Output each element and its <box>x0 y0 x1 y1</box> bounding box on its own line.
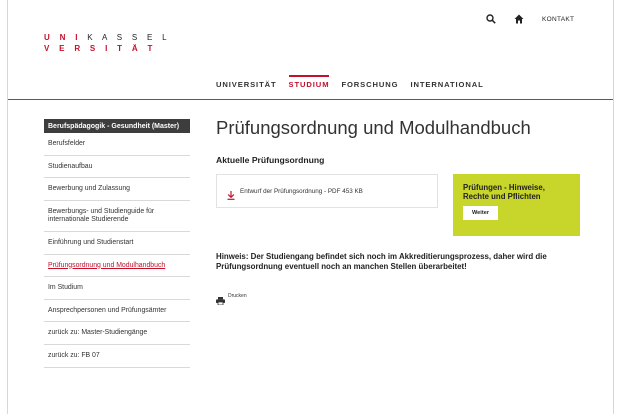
nav-item-studium[interactable]: STUDIUM <box>288 75 330 89</box>
weiter-button[interactable]: Weiter <box>463 206 498 220</box>
page-frame-right <box>613 0 614 414</box>
page-title: Prüfungsordnung und Modulhandbuch <box>216 117 531 138</box>
nav-item-universitaet[interactable]: UNIVERSITÄT <box>216 80 277 89</box>
exam-info-teaser: Prüfungen - Hinweise, Rechte und Pflicht… <box>453 174 580 236</box>
search-icon[interactable] <box>484 12 498 26</box>
sidebar-item-einfuehrung[interactable]: Einführung und Studienstart <box>44 232 190 255</box>
header-divider <box>8 99 613 100</box>
nav-item-international[interactable]: INTERNATIONAL <box>410 80 483 89</box>
sidebar-item-master-studiengaenge[interactable]: zurück zu: Master-Studiengänge <box>44 322 190 345</box>
sidebar-item-bewerbung[interactable]: Bewerbung und Zulassung <box>44 178 190 201</box>
download-icon <box>227 187 235 200</box>
sidebar-header[interactable]: Berufspädagogik - Gesundheit (Master) <box>44 119 190 133</box>
print-link[interactable]: Drucken <box>216 292 247 306</box>
sidebar-item-im-studium[interactable]: Im Studium <box>44 277 190 300</box>
download-link-box[interactable]: Entwurf der Prüfungsordnung - PDF 453 KB <box>216 174 438 208</box>
sidebar: Berufspädagogik - Gesundheit (Master) Be… <box>44 119 190 368</box>
logo-line-2: V E R S I T Ä T <box>44 44 157 53</box>
teaser-title: Prüfungen - Hinweise, Rechte und Pflicht… <box>463 183 545 201</box>
sidebar-item-studienaufbau[interactable]: Studienaufbau <box>44 156 190 179</box>
download-link-label[interactable]: Entwurf der Prüfungsordnung - PDF 453 KB <box>240 188 363 195</box>
nav-item-forschung[interactable]: FORSCHUNG <box>341 80 398 89</box>
university-logo[interactable]: U N I K A S S E L V E R S I T Ä T <box>44 32 170 54</box>
sidebar-item-ansprechpersonen[interactable]: Ansprechpersonen und Prüfungsämter <box>44 300 190 323</box>
section-heading: Aktuelle Prüfungsordnung <box>216 155 325 165</box>
main-navigation: UNIVERSITÄT STUDIUM FORSCHUNG INTERNATIO… <box>216 75 496 89</box>
sidebar-item-berufsfelder[interactable]: Berufsfelder <box>44 133 190 156</box>
sidebar-item-studienguide[interactable]: Bewerbungs- und Studienguide für interna… <box>44 201 190 232</box>
sidebar-item-pruefungsordnung[interactable]: Prüfungsordnung und Modulhandbuch <box>44 255 190 278</box>
print-label[interactable]: Drucken <box>228 293 247 299</box>
print-icon <box>216 292 225 306</box>
accreditation-notice: Hinweis: Der Studiengang befindet sich n… <box>216 252 547 271</box>
page-frame-left <box>7 0 8 414</box>
logo-line-1: U N I K A S S E L <box>44 33 171 42</box>
home-icon[interactable] <box>512 12 526 26</box>
contact-link[interactable]: KONTAKT <box>542 16 574 23</box>
sidebar-item-fb07[interactable]: zurück zu: FB 07 <box>44 345 190 368</box>
utility-bar: KONTAKT <box>484 12 574 26</box>
